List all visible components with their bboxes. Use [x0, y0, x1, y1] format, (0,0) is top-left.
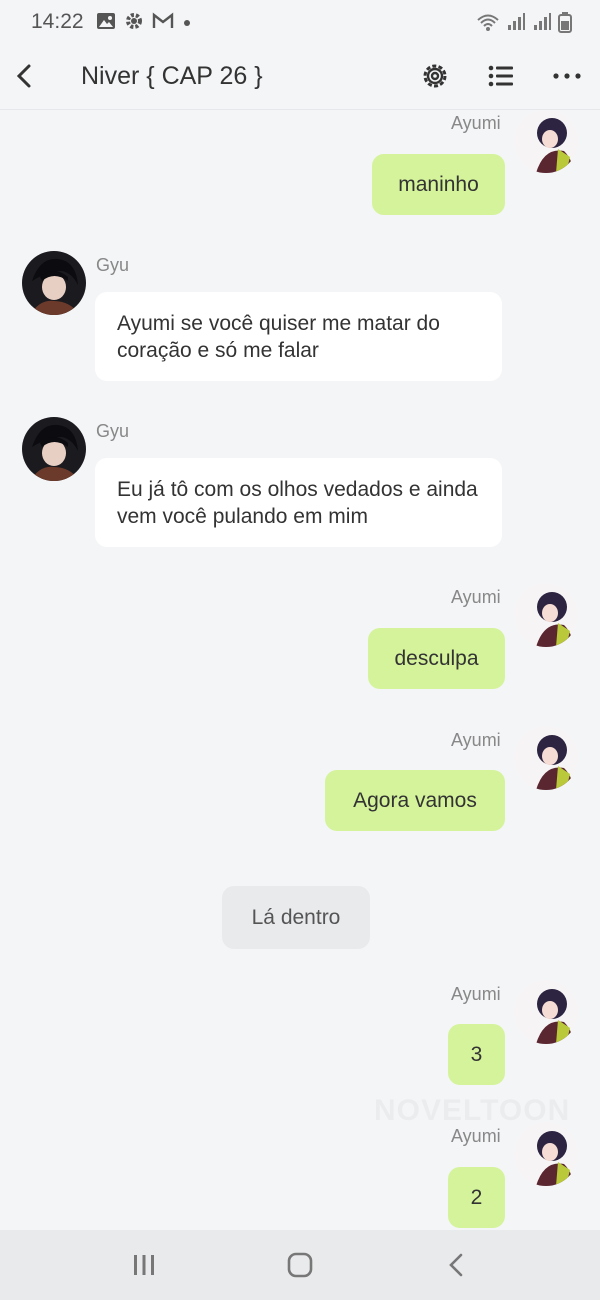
avatar-ayumi[interactable]: [514, 980, 578, 1044]
message-text: desculpa: [394, 646, 479, 670]
wifi-icon: [476, 12, 500, 37]
home-icon: [287, 1252, 313, 1278]
page-title: Niver { CAP 26 }: [81, 62, 263, 90]
message-text: 3: [470, 1042, 483, 1066]
settings-status-icon: [124, 11, 144, 36]
sender-name: Ayumi: [451, 1126, 501, 1146]
back-button[interactable]: [10, 58, 40, 94]
message-bubble[interactable]: 2: [448, 1167, 505, 1228]
message-bubble[interactable]: Eu já tô com os olhos vedados e ainda ve…: [95, 458, 502, 547]
avatar-ayumi[interactable]: [514, 583, 578, 647]
sender-name: Gyu: [96, 421, 130, 441]
sender-name: Gyu: [96, 255, 130, 275]
message-bubble[interactable]: Ayumi se você quiser me matar do coração…: [95, 292, 502, 381]
narration-bubble: Lá dentro: [222, 886, 370, 949]
more-horizontal-icon: [553, 73, 581, 79]
more-options-button[interactable]: [550, 59, 584, 93]
back-icon: [449, 1253, 463, 1277]
status-bar: 14:22: [0, 0, 600, 44]
home-button[interactable]: [284, 1249, 316, 1281]
sender-name: Ayumi: [451, 113, 501, 133]
list-icon: [488, 65, 513, 87]
gallery-icon: [96, 12, 116, 35]
message-bubble[interactable]: 3: [448, 1024, 505, 1085]
nav-back-button[interactable]: [441, 1249, 473, 1281]
avatar-ayumi[interactable]: [514, 1122, 578, 1186]
notification-dot-icon: [182, 15, 192, 33]
signal-icon-2: [532, 12, 552, 37]
system-nav-bar: [0, 1230, 600, 1300]
message-text: Ayumi se você quiser me matar do coração…: [117, 312, 440, 362]
chapter-list-button[interactable]: [484, 59, 518, 93]
avatar-gyu[interactable]: [22, 417, 86, 481]
chat-area[interactable]: Ayumi maninho Gyu Ayumi se você quiser m…: [0, 111, 600, 1230]
message-bubble[interactable]: desculpa: [368, 628, 505, 689]
recent-apps-button[interactable]: [128, 1249, 160, 1281]
narration-text: Lá dentro: [251, 905, 341, 929]
message-bubble[interactable]: maninho: [372, 154, 505, 215]
message-text: Eu já tô com os olhos vedados e ainda ve…: [117, 478, 478, 528]
message-text: 2: [470, 1185, 483, 1209]
battery-icon: [558, 11, 572, 38]
gear-icon: [423, 64, 447, 88]
avatar-ayumi[interactable]: [514, 726, 578, 790]
settings-button[interactable]: [418, 59, 452, 93]
gmail-icon: [152, 12, 174, 35]
message-text: maninho: [398, 172, 479, 196]
message-bubble[interactable]: Agora vamos: [325, 770, 505, 831]
sender-name: Ayumi: [451, 587, 501, 607]
signal-icon-1: [506, 12, 526, 37]
sender-name: Ayumi: [451, 984, 501, 1004]
recents-icon: [134, 1255, 154, 1275]
sender-name: Ayumi: [451, 730, 501, 750]
message-text: Agora vamos: [353, 788, 477, 812]
avatar-gyu[interactable]: [22, 251, 86, 315]
avatar-ayumi[interactable]: [514, 111, 578, 173]
top-bar: Niver { CAP 26 }: [0, 44, 600, 110]
status-time: 14:22: [31, 10, 84, 33]
chevron-left-icon: [16, 64, 31, 88]
